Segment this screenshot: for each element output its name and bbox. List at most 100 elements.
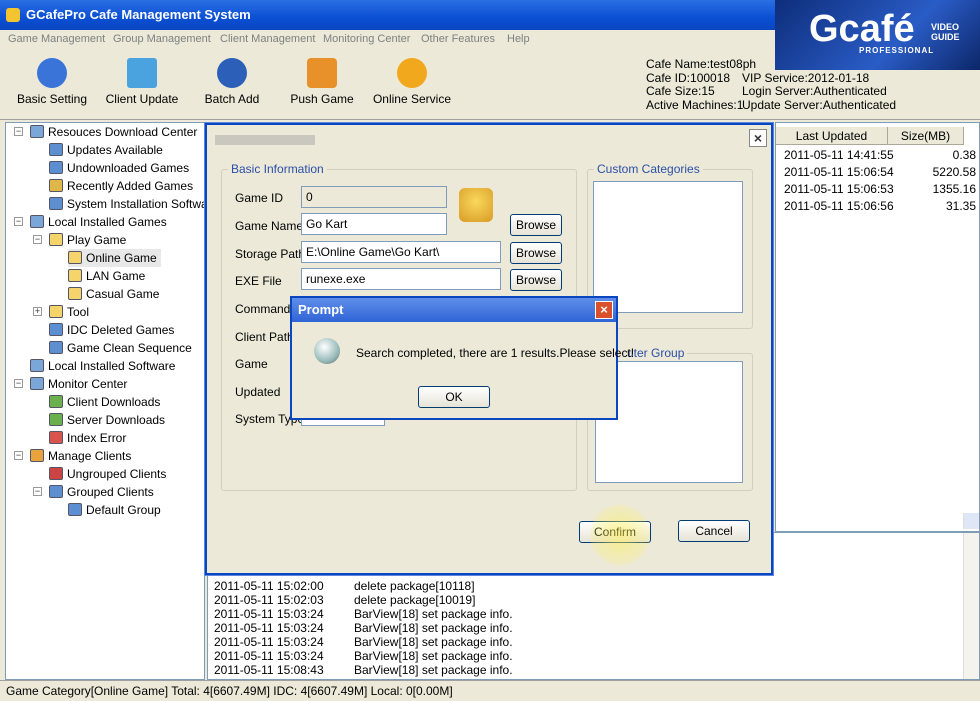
tree-item-manage-clients[interactable]: − Manage Clients xyxy=(14,447,131,465)
info-icon xyxy=(314,338,340,364)
expand-icon[interactable]: + xyxy=(33,307,42,316)
collapse-icon[interactable]: − xyxy=(14,379,23,388)
table-cell[interactable]: 1355.16 xyxy=(888,181,976,198)
folder-icon xyxy=(49,233,63,246)
batch-add-button[interactable]: Batch Add xyxy=(187,58,277,106)
deleted-icon xyxy=(49,323,63,336)
table-cell[interactable]: 31.35 xyxy=(888,198,976,215)
exe-file-label: EXE File xyxy=(235,274,282,288)
tree-item-client-downloads[interactable]: Client Downloads xyxy=(49,393,160,411)
log-scrollbar[interactable] xyxy=(963,533,979,679)
tree-item-casual-game[interactable]: Casual Game xyxy=(68,285,159,303)
column-last-updated[interactable]: Last Updated xyxy=(776,127,888,145)
collapse-icon[interactable]: − xyxy=(14,217,23,226)
tree-item-resources-download-center[interactable]: − Resouces Download Center xyxy=(14,123,197,141)
update-server: Update Server:Authenticated xyxy=(742,97,897,112)
client-update-button[interactable]: Client Update xyxy=(97,58,187,106)
monitor-icon xyxy=(30,377,44,390)
log-row: 2011-05-11 15:03:24 BarView[18] set packa… xyxy=(214,635,513,649)
table-cell[interactable]: 0.38 xyxy=(888,147,976,164)
new-game-icon xyxy=(49,179,63,192)
tree-item-local-installed-games[interactable]: − Local Installed Games xyxy=(14,213,167,231)
exe-file-field[interactable]: runexe.exe xyxy=(301,268,501,290)
game-id-field[interactable]: 0 xyxy=(301,186,447,208)
tree-item-monitor-center[interactable]: − Monitor Center xyxy=(14,375,127,393)
browse-button[interactable]: Browse xyxy=(510,269,562,291)
tree-item-grouped-clients[interactable]: − Grouped Clients xyxy=(33,483,154,501)
browse-button[interactable]: Browse xyxy=(510,214,562,236)
navigation-tree: − Resouces Download Center Updates Availa… xyxy=(5,122,218,680)
menu-group-management[interactable]: Group Management xyxy=(113,33,211,45)
folder-icon xyxy=(68,287,82,300)
local-games-icon xyxy=(30,215,44,228)
column-size[interactable]: Size(MB) xyxy=(888,127,964,145)
tree-item-recently-added-games[interactable]: Recently Added Games xyxy=(49,177,193,195)
online-service-label: Online Service xyxy=(372,92,452,106)
tree-item-idc-deleted-games[interactable]: IDC Deleted Games xyxy=(49,321,174,339)
client-group-icon xyxy=(49,485,63,498)
close-icon[interactable]: × xyxy=(749,129,767,147)
tree-item-local-installed-software[interactable]: Local Installed Software xyxy=(30,357,175,375)
online-service-button[interactable]: Online Service xyxy=(367,58,457,106)
prompt-dialog: Prompt × Search completed, there are 1 r… xyxy=(290,296,634,420)
table-cell[interactable]: 5220.58 xyxy=(888,164,976,181)
menu-client-management[interactable]: Client Management xyxy=(220,33,315,45)
menu-help[interactable]: Help xyxy=(507,33,530,45)
folder-icon xyxy=(68,251,82,264)
prompt-message: Search completed, there are 1 results.Pl… xyxy=(356,346,635,360)
tree-item-game-clean-sequence[interactable]: Game Clean Sequence xyxy=(49,339,192,357)
game-avatar-icon xyxy=(459,188,493,222)
storage-path-field[interactable]: E:\Online Game\Go Kart\ xyxy=(301,241,501,263)
collapse-icon[interactable]: − xyxy=(14,451,23,460)
gcafe-logo: Gcafé PROFESSIONAL VIDEO GUIDE xyxy=(775,0,980,70)
tree-item-lan-game[interactable]: LAN Game xyxy=(68,267,145,285)
software-icon xyxy=(30,359,44,372)
tree-item-undownloaded-games[interactable]: Undownloaded Games xyxy=(49,159,189,177)
tree-item-play-game[interactable]: − Play Game xyxy=(33,231,126,249)
push-game-label: Push Game xyxy=(290,92,354,106)
tree-item-index-error[interactable]: Index Error xyxy=(49,429,126,447)
logo-brand: Gcafé xyxy=(809,8,915,50)
game-name-label: Game Name xyxy=(235,219,304,233)
menu-other-features[interactable]: Other Features xyxy=(421,33,495,45)
scroll-right-arrow[interactable] xyxy=(963,513,979,529)
menu-monitoring-center[interactable]: Monitoring Center xyxy=(323,33,410,45)
basic-setting-button[interactable]: Basic Setting xyxy=(7,58,97,106)
tree-item-server-downloads[interactable]: Server Downloads xyxy=(49,411,165,429)
ok-button[interactable]: OK xyxy=(418,386,490,408)
game-id-label: Game ID xyxy=(235,191,284,205)
tree-item-system-installation-software[interactable]: System Installation Software xyxy=(49,195,218,213)
custom-categories-list[interactable] xyxy=(593,181,743,313)
collapse-icon[interactable]: − xyxy=(33,487,42,496)
table-cell[interactable]: 2011-05-11 15:06:54 xyxy=(784,164,894,181)
cancel-button[interactable]: Cancel xyxy=(678,520,750,542)
status-bar: Game Category[Online Game] Total: 4[6607… xyxy=(0,680,980,700)
folder-icon xyxy=(68,269,82,282)
table-cell[interactable]: 2011-05-11 14:41:55 xyxy=(784,147,894,164)
tree-item-updates-available[interactable]: Updates Available xyxy=(49,141,163,159)
login-server: Login Server:Authenticated xyxy=(742,84,887,98)
table-cell[interactable]: 2011-05-11 15:06:56 xyxy=(784,198,894,215)
collapse-icon[interactable]: − xyxy=(33,235,42,244)
vip-service: VIP Service:2012-01-18 xyxy=(742,70,870,85)
tree-item-tool[interactable]: + Tool xyxy=(33,303,89,321)
collapse-icon[interactable]: − xyxy=(14,127,23,136)
log-row: 2011-05-11 15:03:24 BarView[18] set packa… xyxy=(214,607,513,621)
table-cell[interactable]: 2011-05-11 15:06:53 xyxy=(784,181,894,198)
game-label: Game xyxy=(235,357,268,371)
headset-icon xyxy=(397,58,427,88)
log-row: 2011-05-11 15:08:43 BarView[18] set packa… xyxy=(214,663,513,677)
browse-button[interactable]: Browse xyxy=(510,242,562,264)
game-name-field[interactable]: Go Kart xyxy=(301,213,447,235)
tree-item-online-game[interactable]: Online Game xyxy=(68,249,161,267)
menu-game-management[interactable]: Game Management xyxy=(8,33,105,45)
tree-item-ungrouped-clients[interactable]: Ungrouped Clients xyxy=(49,465,166,483)
close-icon[interactable]: × xyxy=(595,301,613,319)
prompt-title: Prompt xyxy=(292,298,616,322)
push-game-button[interactable]: Push Game xyxy=(277,58,367,106)
logo-sub: PROFESSIONAL xyxy=(859,46,935,55)
update-icon xyxy=(49,143,63,156)
games-grid: Last Updated Size(MB) 2011-05-11 14:41:5… xyxy=(775,122,980,532)
tree-item-default-group[interactable]: Default Group xyxy=(68,501,161,519)
logo-tag: VIDEO GUIDE xyxy=(931,22,960,42)
